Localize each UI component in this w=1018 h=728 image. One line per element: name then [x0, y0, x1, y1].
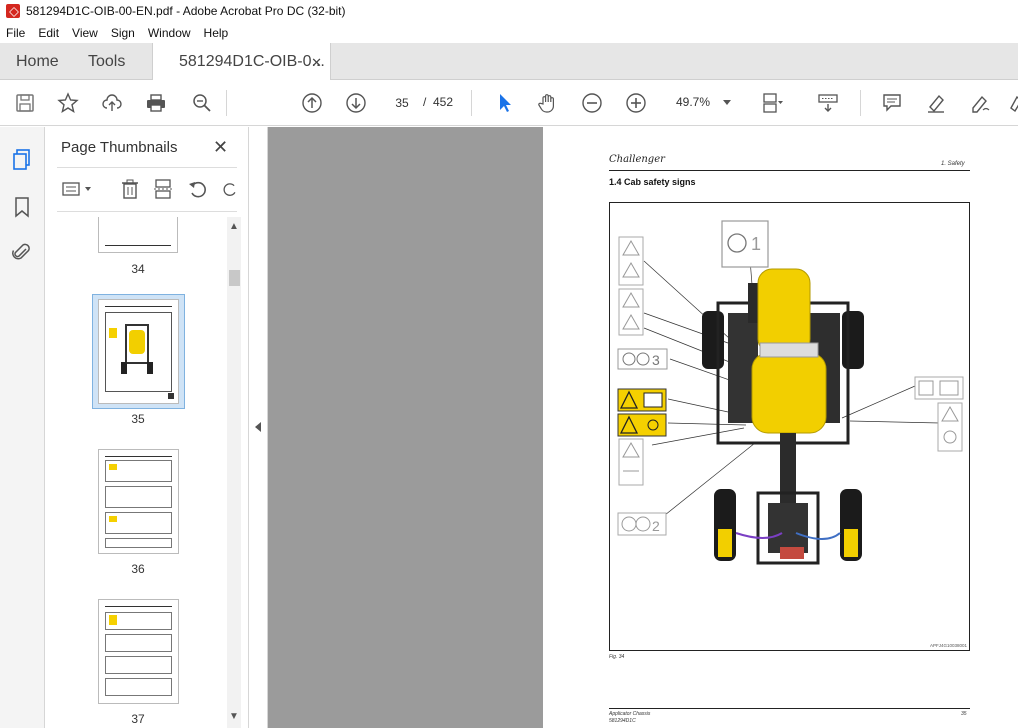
next-page-icon[interactable] — [344, 91, 368, 115]
page-fit-icon[interactable] — [760, 91, 784, 115]
tab-document[interactable]: 581294D1C-OIB-0... ✕ — [152, 43, 331, 81]
tab-tools[interactable]: Tools — [88, 43, 125, 80]
header-section: 1. Safety — [941, 161, 965, 167]
menu-sign[interactable]: Sign — [111, 26, 135, 40]
tab-strip: Home Tools 581294D1C-OIB-0... ✕ — [0, 43, 1018, 81]
bookmark-star-icon[interactable] — [56, 91, 80, 115]
chevron-left-icon — [255, 422, 261, 432]
scroll-thumb[interactable] — [229, 270, 240, 286]
section-title: 1.4 Cab safety signs — [609, 177, 696, 187]
tab-close-icon[interactable]: ✕ — [311, 55, 322, 71]
sign-pen-icon[interactable] — [968, 91, 992, 115]
figure-frame: 1 3 2 APFJ4G10038001 — [609, 202, 970, 651]
comment-icon[interactable] — [880, 91, 904, 115]
footer-title: Applicator Chassis — [609, 711, 651, 717]
select-cursor-icon[interactable] — [493, 91, 517, 115]
footer-page-number: 35 — [961, 711, 967, 717]
current-page-input[interactable]: 35 — [387, 91, 417, 113]
page-separator: / — [423, 95, 427, 109]
acrobat-app-icon — [6, 4, 20, 18]
brand-logo: Challenger — [609, 154, 665, 165]
menu-view[interactable]: View — [72, 26, 98, 40]
menu-window[interactable]: Window — [148, 26, 191, 40]
page-thumbnails-icon[interactable] — [11, 147, 33, 171]
highlight-pen-icon[interactable] — [924, 91, 948, 115]
document-viewport[interactable]: Challenger 1. Safety 1.4 Cab safety sign… — [268, 127, 1018, 728]
hand-tool-icon[interactable] — [536, 91, 560, 115]
scroll-up-icon[interactable]: ▲ — [229, 221, 239, 232]
panel-close-icon[interactable]: ✕ — [213, 137, 228, 158]
save-icon[interactable] — [13, 91, 37, 115]
menu-bar: File Edit View Sign Window Help — [0, 22, 1018, 43]
svg-text:2: 2 — [652, 518, 660, 534]
thumbnail-label-35: 35 — [131, 412, 145, 426]
menu-help[interactable]: Help — [204, 26, 229, 40]
svg-text:3: 3 — [652, 352, 660, 368]
thumbnail-page-36[interactable] — [98, 449, 179, 554]
thumbnail-page-37[interactable] — [98, 599, 179, 704]
more-tools-icon[interactable] — [1006, 91, 1018, 115]
keyboard-scroll-icon[interactable] — [816, 91, 840, 115]
zoom-value: 49.7% — [676, 95, 711, 109]
attachments-icon[interactable] — [11, 241, 33, 265]
thumbnail-list: 34 35 36 37 — [45, 217, 227, 728]
thumbnail-label-34: 34 — [131, 262, 145, 276]
left-rail — [0, 127, 45, 728]
tab-home[interactable]: Home — [16, 43, 59, 80]
extract-pages-icon[interactable] — [153, 177, 175, 201]
figure-code: APFJ4G10038001 — [929, 643, 967, 648]
svg-text:1: 1 — [751, 234, 761, 254]
thumbnail-label-37: 37 — [131, 712, 145, 726]
footer-code: 581294D1C — [609, 718, 636, 724]
bookmarks-icon[interactable] — [11, 195, 33, 219]
zoom-out-icon[interactable] — [580, 91, 604, 115]
print-icon[interactable] — [144, 91, 168, 115]
rotate-counterclockwise-icon[interactable] — [187, 177, 209, 201]
title-bar: 581294D1C-OIB-00-EN.pdf - Adobe Acrobat … — [0, 0, 1018, 22]
panel-title: Page Thumbnails — [61, 139, 178, 156]
menu-edit[interactable]: Edit — [38, 26, 59, 40]
upload-cloud-icon[interactable] — [100, 91, 124, 115]
window-title: 581294D1C-OIB-00-EN.pdf - Adobe Acrobat … — [26, 4, 346, 18]
thumbnail-options-icon[interactable] — [61, 177, 95, 201]
delete-page-icon[interactable] — [119, 177, 141, 201]
page-thumbnails-panel: Page Thumbnails ✕ 34 35 36 37 ▲ ▼ — [45, 127, 249, 728]
thumbnail-scrollbar[interactable]: ▲ ▼ — [227, 217, 241, 728]
chevron-down-icon — [723, 100, 731, 105]
panel-collapse-handle[interactable] — [249, 127, 268, 728]
total-pages: 452 — [433, 95, 454, 109]
zoom-in-icon[interactable] — [624, 91, 648, 115]
pdf-page: Challenger 1. Safety 1.4 Cab safety sign… — [543, 127, 1018, 728]
rotate-clockwise-icon[interactable] — [221, 177, 239, 201]
zoom-dropdown[interactable]: 49.7% — [667, 90, 737, 114]
thumbnail-page-35[interactable] — [98, 299, 179, 404]
figure-caption: Fig. 34 — [609, 654, 625, 660]
scroll-down-icon[interactable]: ▼ — [229, 711, 239, 722]
tab-document-label: 581294D1C-OIB-0... — [179, 53, 325, 70]
find-zoom-icon[interactable] — [190, 91, 214, 115]
toolbar — [0, 80, 1018, 126]
menu-file[interactable]: File — [6, 26, 25, 40]
thumbnail-page-34[interactable] — [98, 217, 178, 253]
thumbnail-label-36: 36 — [131, 562, 145, 576]
tractor-figure: 1 3 2 — [617, 220, 964, 565]
previous-page-icon[interactable] — [300, 91, 324, 115]
